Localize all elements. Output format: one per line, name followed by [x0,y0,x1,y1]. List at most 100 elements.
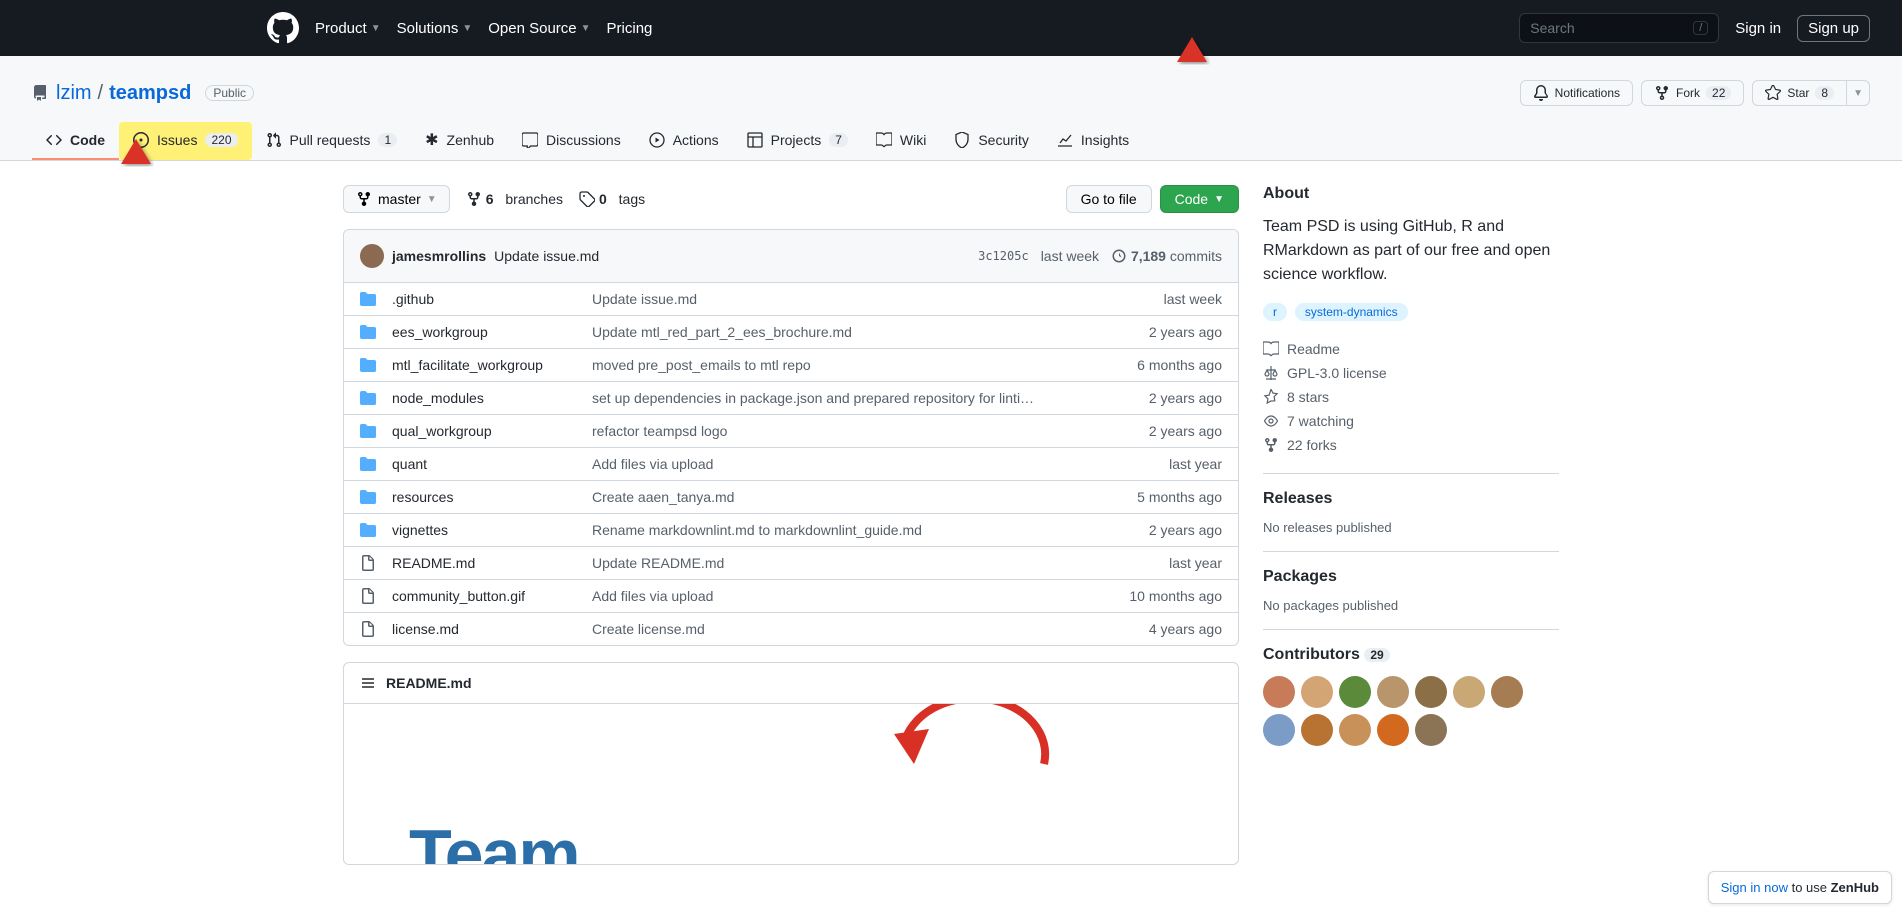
file-commit-msg[interactable]: Create aaen_tanya.md [592,489,1112,505]
file-icon [360,555,376,571]
avatar[interactable] [1377,714,1409,746]
avatar[interactable] [1301,714,1333,746]
file-icon [360,588,376,604]
tab-pulls[interactable]: Pull requests 1 [252,122,412,160]
tags-link[interactable]: 0 tags [579,191,645,207]
nav-solutions[interactable]: Solutions ▼ [397,20,473,37]
nav-product[interactable]: Product ▼ [315,20,381,37]
commit-message[interactable]: Update issue.md [494,248,599,264]
avatar[interactable] [1453,676,1485,708]
tab-insights[interactable]: Insights [1043,122,1143,160]
license-link[interactable]: GPL-3.0 license [1263,361,1559,385]
file-listing-box: jamesmrollins Update issue.md 3c1205c la… [343,229,1239,646]
commit-author[interactable]: jamesmrollins [392,248,486,264]
repo-path: lzim / teampsd Public [56,82,254,105]
repo-tabnav: Code Issues 220 Pull requests 1 ✱ Zenhub… [0,122,1902,160]
fork-button[interactable]: Fork 22 [1641,80,1744,106]
nav-pricing[interactable]: Pricing [607,20,653,37]
file-name[interactable]: license.md [392,621,592,637]
signin-link[interactable]: Sign in [1735,20,1781,37]
file-name[interactable]: community_button.gif [392,588,592,604]
avatar[interactable] [1377,676,1409,708]
zenhub-popup[interactable]: Sign in now to use ZenHub [1708,871,1892,904]
readme-filename[interactable]: README.md [386,675,472,691]
avatar[interactable] [1339,676,1371,708]
file-commit-msg[interactable]: Update mtl_red_part_2_ees_brochure.md [592,324,1112,340]
tab-wiki[interactable]: Wiki [862,122,940,160]
avatar[interactable] [1491,676,1523,708]
file-name[interactable]: ees_workgroup [392,324,592,340]
commit-sha[interactable]: 3c1205c [978,249,1029,263]
list-icon[interactable] [360,675,376,691]
tab-actions[interactable]: Actions [635,122,733,160]
file-commit-msg[interactable]: set up dependencies in package.json and … [592,390,1112,406]
table-row: license.mdCreate license.md4 years ago [344,613,1238,645]
owner-link[interactable]: lzim [56,82,92,105]
file-name[interactable]: .github [392,291,592,307]
file-commit-msg[interactable]: Update README.md [592,555,1112,571]
packages-none: No packages published [1263,598,1559,613]
file-name[interactable]: mtl_facilitate_workgroup [392,357,592,373]
go-to-file-button[interactable]: Go to file [1066,185,1152,213]
avatar[interactable] [1415,714,1447,746]
file-name[interactable]: vignettes [392,522,592,538]
tab-projects[interactable]: Projects 7 [733,122,862,160]
nav-opensource[interactable]: Open Source ▼ [488,20,590,37]
forks-link[interactable]: 22 forks [1263,433,1559,457]
topic-tag[interactable]: r [1263,303,1287,321]
file-commit-msg[interactable]: Update issue.md [592,291,1112,307]
file-commit-msg[interactable]: Rename markdownlint.md to markdownlint_g… [592,522,1112,538]
commits-link[interactable]: 7,189 commits [1111,248,1222,264]
file-commit-msg[interactable]: Add files via upload [592,588,1112,604]
file-commit-msg[interactable]: Add files via upload [592,456,1112,472]
tab-zenhub[interactable]: ✱ Zenhub [411,122,508,160]
tab-discussions[interactable]: Discussions [508,122,635,160]
slash-hotkey-icon: / [1693,21,1708,35]
readme-box: README.md Team [343,662,1239,865]
file-name[interactable]: node_modules [392,390,592,406]
avatar[interactable] [1339,714,1371,746]
projects-count: 7 [829,133,848,147]
avatar[interactable] [1415,676,1447,708]
file-name[interactable]: resources [392,489,592,505]
file-commit-msg[interactable]: Create license.md [592,621,1112,637]
branches-link[interactable]: 6 branches [466,191,563,207]
branch-select-button[interactable]: master ▼ [343,185,450,213]
star-button[interactable]: Star 8 [1752,80,1847,106]
watching-link[interactable]: 7 watching [1263,409,1559,433]
tab-security[interactable]: Security [940,122,1043,160]
search-box[interactable]: / [1519,13,1719,43]
repo-link[interactable]: teampsd [109,82,191,105]
avatar[interactable] [1301,676,1333,708]
file-commit-msg[interactable]: refactor teampsd logo [592,423,1112,439]
notifications-button[interactable]: Notifications [1520,80,1633,106]
contributors-title[interactable]: Contributors 29 [1263,646,1559,664]
eye-icon [1263,413,1279,429]
file-name[interactable]: README.md [392,555,592,571]
tab-code[interactable]: Code [32,122,119,160]
book-icon [876,132,892,148]
avatar[interactable] [1263,676,1295,708]
packages-title[interactable]: Packages [1263,568,1559,586]
stars-link[interactable]: 8 stars [1263,385,1559,409]
github-logo-icon[interactable] [267,12,299,44]
star-button-group: Star 8 ▼ [1752,80,1870,106]
file-commit-msg[interactable]: moved pre_post_emails to mtl repo [592,357,1112,373]
avatar[interactable] [1263,714,1295,746]
packages-section: Packages No packages published [1263,551,1559,613]
search-input[interactable] [1530,20,1693,36]
issues-count: 220 [205,133,237,147]
code-download-button[interactable]: Code ▼ [1160,185,1239,213]
file-name[interactable]: quant [392,456,592,472]
topic-tag[interactable]: system-dynamics [1295,303,1408,321]
signup-button[interactable]: Sign up [1797,15,1870,42]
readme-link[interactable]: Readme [1263,337,1559,361]
project-icon [747,132,763,148]
releases-title[interactable]: Releases [1263,490,1559,508]
sidebar: About Team PSD is using GitHub, R and RM… [1263,185,1559,865]
tab-issues[interactable]: Issues 220 [119,122,252,160]
star-dropdown[interactable]: ▼ [1847,80,1870,106]
avatar[interactable] [360,244,384,268]
file-name[interactable]: qual_workgroup [392,423,592,439]
zenhub-signin-link[interactable]: Sign in now [1721,880,1788,895]
